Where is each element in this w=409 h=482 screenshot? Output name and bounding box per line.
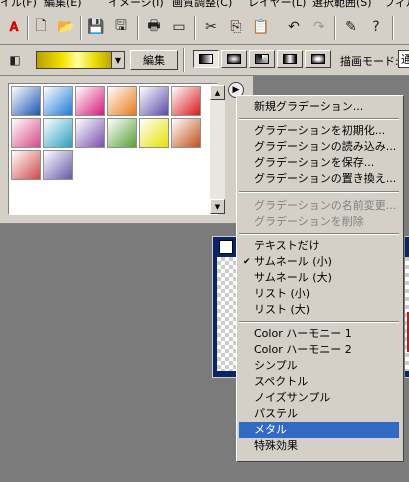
radial-gradient-button[interactable] <box>221 50 247 68</box>
mode-select[interactable]: 通常 <box>398 50 409 68</box>
gradient-swatch[interactable] <box>139 86 169 116</box>
gradient-swatch-list: ▲ ▼ <box>8 83 225 215</box>
adobe-logo-icon[interactable]: 𝐀 <box>4 16 24 38</box>
gradient-swatch[interactable] <box>43 150 73 180</box>
menu-image[interactable]: イメージ(I) <box>108 0 164 8</box>
gradient-swatch[interactable] <box>107 86 137 116</box>
picker-scrollbar[interactable]: ▲ ▼ <box>210 85 225 214</box>
menu-item-save-gradients[interactable]: グラデーションを保存... <box>239 155 399 171</box>
scroll-up-icon[interactable]: ▲ <box>210 85 225 100</box>
menu-item-spectrums[interactable]: スペクトル <box>239 374 399 390</box>
gradient-options-bar: ◧ ▼ 編集 描画モード: 通常 <box>0 45 409 76</box>
menu-item-simple[interactable]: シンプル <box>239 358 399 374</box>
menu-filter[interactable]: フィル <box>384 0 409 8</box>
menu-item-large-list[interactable]: リスト (大) <box>239 302 399 318</box>
gradient-swatch[interactable] <box>43 118 73 148</box>
checkmark-icon: ✔ <box>243 257 251 267</box>
paste-icon[interactable]: 📋 <box>250 16 272 38</box>
menu-item-replace-gradients[interactable]: グラデーションの置き換え... <box>239 171 399 187</box>
menu-item-noise-samples[interactable]: ノイズサンプル <box>239 390 399 406</box>
menu-item-special-effects[interactable]: 特殊効果 <box>239 438 399 454</box>
gradient-picker-panel: ▲ ▼ ▶ <box>0 76 254 224</box>
toolbar-separator <box>27 16 29 40</box>
gradient-swatch[interactable] <box>171 118 201 148</box>
gradient-swatch[interactable] <box>75 118 105 148</box>
menu-edit[interactable]: 編集(E) <box>44 0 82 8</box>
toolbar-separator <box>183 48 185 72</box>
toolbar-separator <box>194 16 196 40</box>
menu-item-color-harmonies-1[interactable]: Color ハーモニー 1 <box>239 326 399 342</box>
pencil-icon[interactable]: ✎ <box>340 16 362 38</box>
menu-item-text-only[interactable]: テキストだけ <box>239 238 399 254</box>
print-preview-icon[interactable]: ▭ <box>168 16 190 38</box>
gradient-swatch[interactable] <box>171 86 201 116</box>
menu-item-rename-gradient: グラデーションの名前変更... <box>254 199 397 212</box>
save-as-icon[interactable]: 🖫 <box>110 16 132 38</box>
cut-icon[interactable]: ✂ <box>200 16 222 38</box>
menu-separator <box>239 191 399 193</box>
menu-item-small-thumbnail[interactable]: ✔ サムネール (小) <box>239 254 399 270</box>
menu-layer[interactable]: レイヤー(L) <box>248 0 306 8</box>
menu-item-pastels[interactable]: パステル <box>239 406 399 422</box>
gradient-swatch[interactable] <box>11 118 41 148</box>
gradient-tool-icon: ◧ <box>9 53 21 67</box>
scroll-down-icon[interactable]: ▼ <box>210 199 225 214</box>
menu-item-large-thumbnail[interactable]: サムネール (大) <box>239 270 399 286</box>
menu-item-reset-gradients[interactable]: グラデーションを初期化... <box>239 123 399 139</box>
open-folder-icon[interactable]: 📂 <box>55 16 77 38</box>
gradient-picker-menu: 新規グラデーション... グラデーションを初期化... グラデーションの読み込み… <box>236 95 404 462</box>
menu-item-small-list[interactable]: リスト (小) <box>239 286 399 302</box>
menu-select[interactable]: 選択範囲(S) <box>312 0 372 8</box>
menu-bar: イル(F) 編集(E) イメージ(I) 画質調整(C) レイヤー(L) 選択範囲… <box>0 0 409 8</box>
menu-separator <box>239 321 399 323</box>
menu-item-metals[interactable]: メタル <box>239 422 399 438</box>
menu-item-label: サムネール (小) <box>254 255 332 268</box>
menu-item-load-gradients[interactable]: グラデーションの読み込み... <box>239 139 399 155</box>
print-icon[interactable]: 🖶 <box>143 16 165 38</box>
save-icon[interactable]: 💾 <box>85 16 107 38</box>
new-document-icon[interactable]: 🗋 <box>30 16 52 38</box>
gradient-swatch[interactable] <box>11 150 41 180</box>
gradient-preview[interactable] <box>36 51 112 69</box>
gradient-swatch[interactable] <box>43 86 73 116</box>
main-toolbar: 𝐀 🗋 📂 💾 🖫 🖶 ▭ ✂ ⎘ 📋 ↶ ↷ ✎ ? <box>0 8 409 45</box>
help-icon[interactable]: ? <box>365 16 387 38</box>
toolbar-separator <box>80 16 82 40</box>
gradient-dropdown-arrow-icon[interactable]: ▼ <box>111 51 125 69</box>
linear-gradient-button[interactable] <box>193 50 219 68</box>
toolbar-separator <box>392 16 394 40</box>
menu-separator <box>239 233 399 235</box>
menu-item-delete-gradient: グラデーションを削除 <box>254 215 364 228</box>
toolbar-separator <box>137 16 139 40</box>
toolbar-separator <box>334 16 336 40</box>
diamond-gradient-button[interactable] <box>305 50 331 68</box>
menu-adjust[interactable]: 画質調整(C) <box>172 0 232 8</box>
menu-item-color-harmonies-2[interactable]: Color ハーモニー 2 <box>239 342 399 358</box>
undo-icon[interactable]: ↶ <box>283 16 305 38</box>
copy-icon[interactable]: ⎘ <box>225 16 247 38</box>
menu-separator <box>239 118 399 120</box>
menu-item-new-gradient[interactable]: 新規グラデーション... <box>239 99 399 115</box>
reflected-gradient-button[interactable] <box>277 50 303 68</box>
gradient-swatch[interactable] <box>75 86 105 116</box>
redo-icon[interactable]: ↷ <box>308 16 330 38</box>
menu-file[interactable]: イル(F) <box>0 0 37 8</box>
document-icon <box>219 240 233 254</box>
gradient-swatch[interactable] <box>11 86 41 116</box>
gradient-swatch[interactable] <box>139 118 169 148</box>
mode-label: 描画モード: <box>340 55 399 68</box>
edit-gradient-button[interactable]: 編集 <box>130 50 178 70</box>
gradient-swatch[interactable] <box>107 118 137 148</box>
angle-gradient-button[interactable] <box>249 50 275 68</box>
